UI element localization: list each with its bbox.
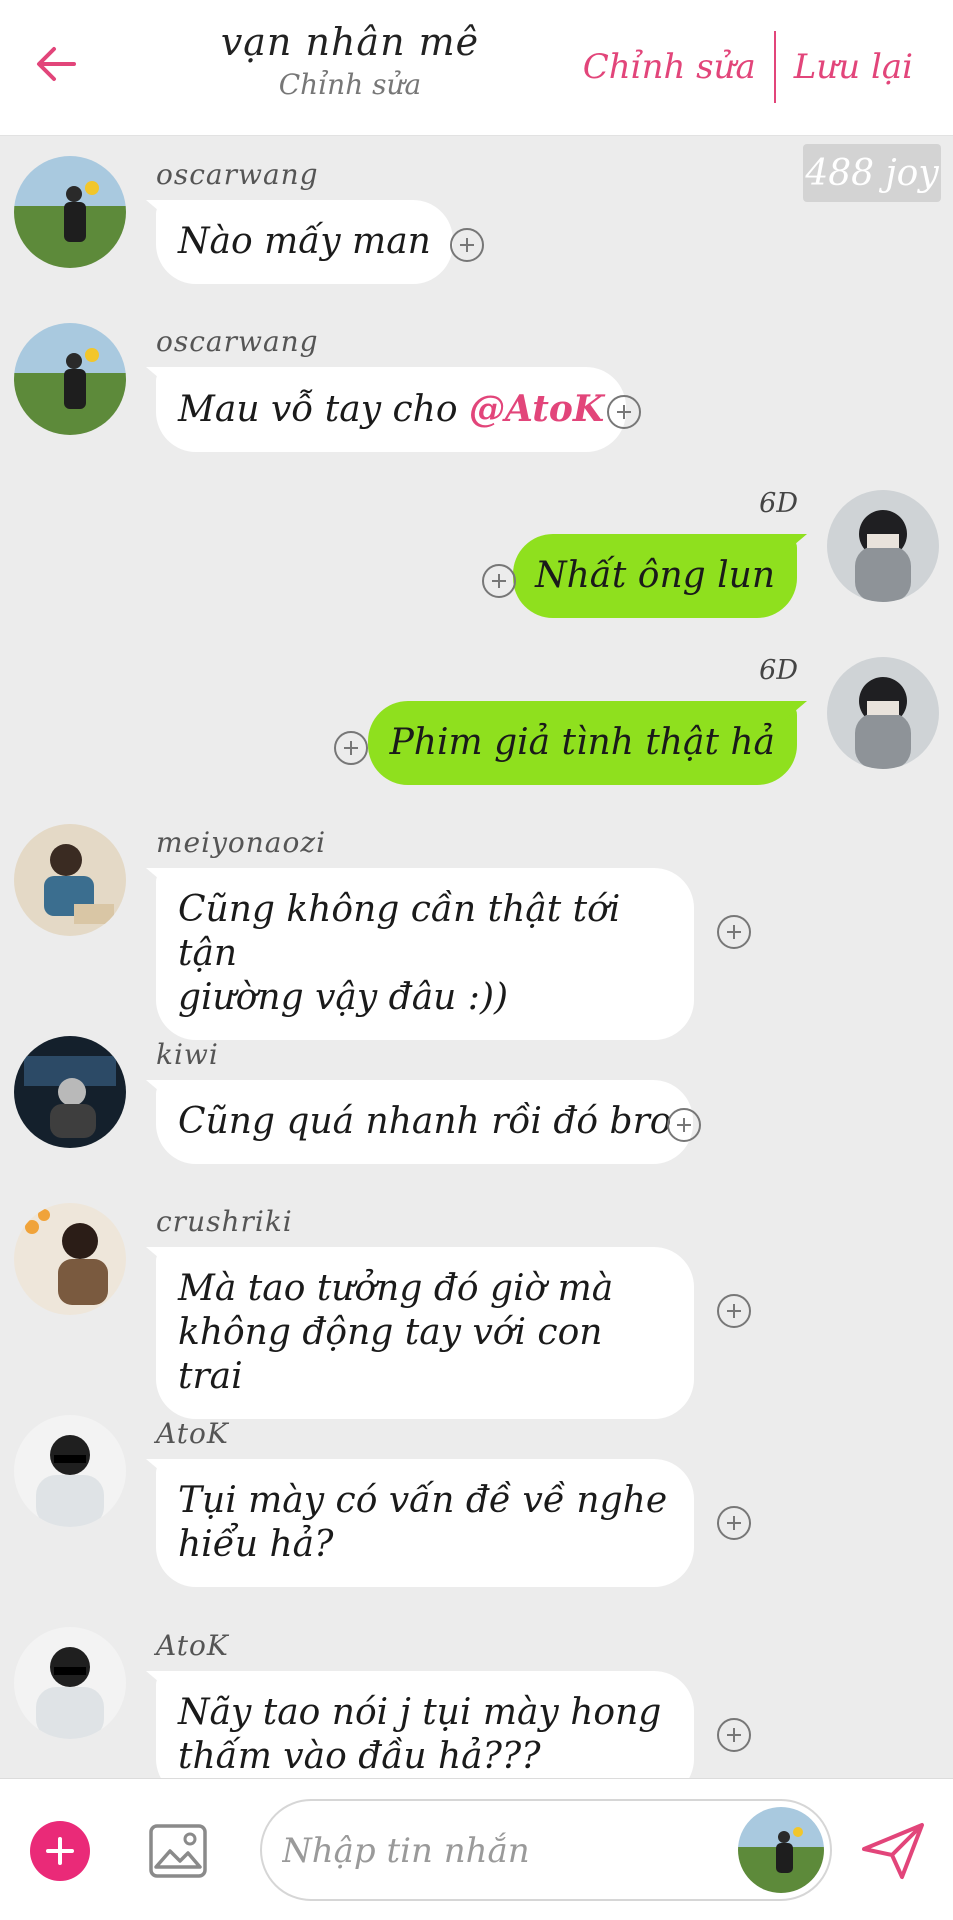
message-item: oscarwang Mau vỗ tay cho @AtoK: [0, 311, 953, 471]
message-bubble[interactable]: Cũng quá nhanh rồi đó bro: [156, 1080, 694, 1164]
self-avatar[interactable]: [738, 1807, 824, 1893]
message-bubble[interactable]: Cũng không cần thật tới tận giường vậy đâ…: [156, 868, 694, 1040]
message-text-line: hiểu hả?: [178, 1524, 334, 1565]
chat-title: vạn nhân mê: [220, 20, 480, 64]
message-text: Mau vỗ tay cho: [178, 389, 469, 430]
message-text-line: thấm vào đầu hả???: [178, 1736, 541, 1777]
plus-circle-icon: [677, 1118, 691, 1132]
user-mention[interactable]: @AtoK: [469, 388, 604, 430]
message-text: Cũng quá nhanh rồi đó bro: [178, 1101, 672, 1142]
message-input[interactable]: [282, 1825, 722, 1877]
message-text: Nào mấy man: [178, 221, 431, 262]
react-button[interactable]: [717, 1718, 751, 1752]
sender-name: crushriki: [156, 1205, 293, 1238]
message-item: kiwi Cũng quá nhanh rồi đó bro: [0, 1024, 953, 1184]
plus-circle-icon: [727, 1304, 741, 1318]
plus-circle-icon: [344, 741, 358, 755]
watermark: 488 joy: [803, 144, 941, 202]
message-time: 6D: [759, 488, 798, 519]
react-button[interactable]: [717, 1506, 751, 1540]
back-arrow-icon: [37, 47, 76, 81]
message-bubble[interactable]: Mau vỗ tay cho @AtoK: [156, 367, 627, 452]
avatar[interactable]: [827, 490, 939, 602]
composer-bar: [0, 1778, 953, 1920]
avatar[interactable]: [14, 1203, 126, 1315]
message-bubble[interactable]: Nãy tao nói j tụi mày hong thấm vào đầu h…: [156, 1671, 694, 1778]
image-icon: [149, 1824, 207, 1878]
sender-name: AtoK: [156, 1629, 229, 1662]
send-button[interactable]: [858, 1819, 928, 1883]
message-text-line: Mà tao tưởng đó giờ mà: [178, 1268, 614, 1309]
chat-subtitle: Chỉnh sửa: [278, 68, 422, 101]
title-block: vạn nhân mê Chỉnh sửa: [190, 20, 510, 101]
avatar[interactable]: [14, 156, 126, 268]
message-bubble[interactable]: Tụi mày có vấn đề về nghe hiểu hả?: [156, 1459, 694, 1587]
avatar[interactable]: [14, 1415, 126, 1527]
sender-name: kiwi: [156, 1038, 219, 1071]
message-list[interactable]: oscarwang Nào mấy man oscarwang Mau vỗ t…: [0, 136, 953, 1778]
react-button[interactable]: [607, 395, 641, 429]
save-button[interactable]: Lưu lại: [776, 47, 931, 87]
message-item: meiyonaozi Cũng không cần thật tới tận gi…: [0, 812, 953, 1040]
message-item: AtoK Tụi mày có vấn đề về nghe hiểu hả?: [0, 1403, 953, 1603]
avatar[interactable]: [14, 1036, 126, 1148]
top-bar: vạn nhân mê Chỉnh sửa Chỉnh sửa Lưu lại: [0, 0, 953, 136]
message-item: crushriki Mà tao tưởng đó giờ mà không độ…: [0, 1191, 953, 1419]
message-bubble[interactable]: Nhất ông lun: [513, 534, 797, 618]
send-icon: [862, 1823, 924, 1879]
message-text-line: Cũng không cần thật tới tận: [178, 889, 621, 974]
message-text-line: Tụi mày có vấn đề về nghe: [178, 1480, 668, 1521]
avatar[interactable]: [14, 1627, 126, 1739]
header-actions: Chỉnh sửa Lưu lại: [565, 30, 931, 104]
message-text: Nhất ông lun: [535, 555, 775, 596]
avatar[interactable]: [14, 323, 126, 435]
react-button[interactable]: [667, 1108, 701, 1142]
edit-button[interactable]: Chỉnh sửa: [565, 47, 774, 87]
plus-circle-icon: [617, 405, 631, 419]
message-bubble[interactable]: Phim giả tình thật hả: [367, 701, 797, 785]
react-button[interactable]: [717, 1294, 751, 1328]
back-button[interactable]: [30, 38, 82, 90]
plus-circle-icon: [727, 1728, 741, 1742]
message-bubble[interactable]: Mà tao tưởng đó giờ mà không động tay với…: [156, 1247, 694, 1419]
react-button[interactable]: [717, 915, 751, 949]
message-item: 6D Nhất ông lun: [0, 478, 953, 638]
avatar[interactable]: [827, 657, 939, 769]
message-text-line: không động tay với con trai: [178, 1312, 603, 1397]
message-bubble[interactable]: Nào mấy man: [156, 200, 453, 284]
plus-circle-icon: [460, 238, 474, 252]
message-item: AtoK Nãy tao nói j tụi mày hong thấm vào …: [0, 1615, 953, 1778]
react-button[interactable]: [482, 564, 516, 598]
image-button[interactable]: [148, 1821, 208, 1881]
sender-name: oscarwang: [156, 158, 319, 191]
plus-circle-icon: [492, 574, 506, 588]
message-text-line: Nãy tao nói j tụi mày hong: [178, 1692, 662, 1733]
avatar[interactable]: [14, 824, 126, 936]
plus-circle-icon: [727, 925, 741, 939]
add-icon: [46, 1837, 74, 1865]
sender-name: oscarwang: [156, 325, 319, 358]
sender-name: AtoK: [156, 1417, 229, 1450]
react-button[interactable]: [450, 228, 484, 262]
message-text: Phim giả tình thật hả: [389, 722, 775, 763]
add-button[interactable]: [30, 1821, 90, 1881]
message-input-box[interactable]: [260, 1799, 832, 1901]
react-button[interactable]: [334, 731, 368, 765]
sender-name: meiyonaozi: [156, 826, 327, 859]
message-time: 6D: [759, 655, 798, 686]
message-item: 6D Phim giả tình thật hả: [0, 645, 953, 805]
message-text-line: giường vậy đâu :)): [178, 977, 509, 1018]
plus-circle-icon: [727, 1516, 741, 1530]
